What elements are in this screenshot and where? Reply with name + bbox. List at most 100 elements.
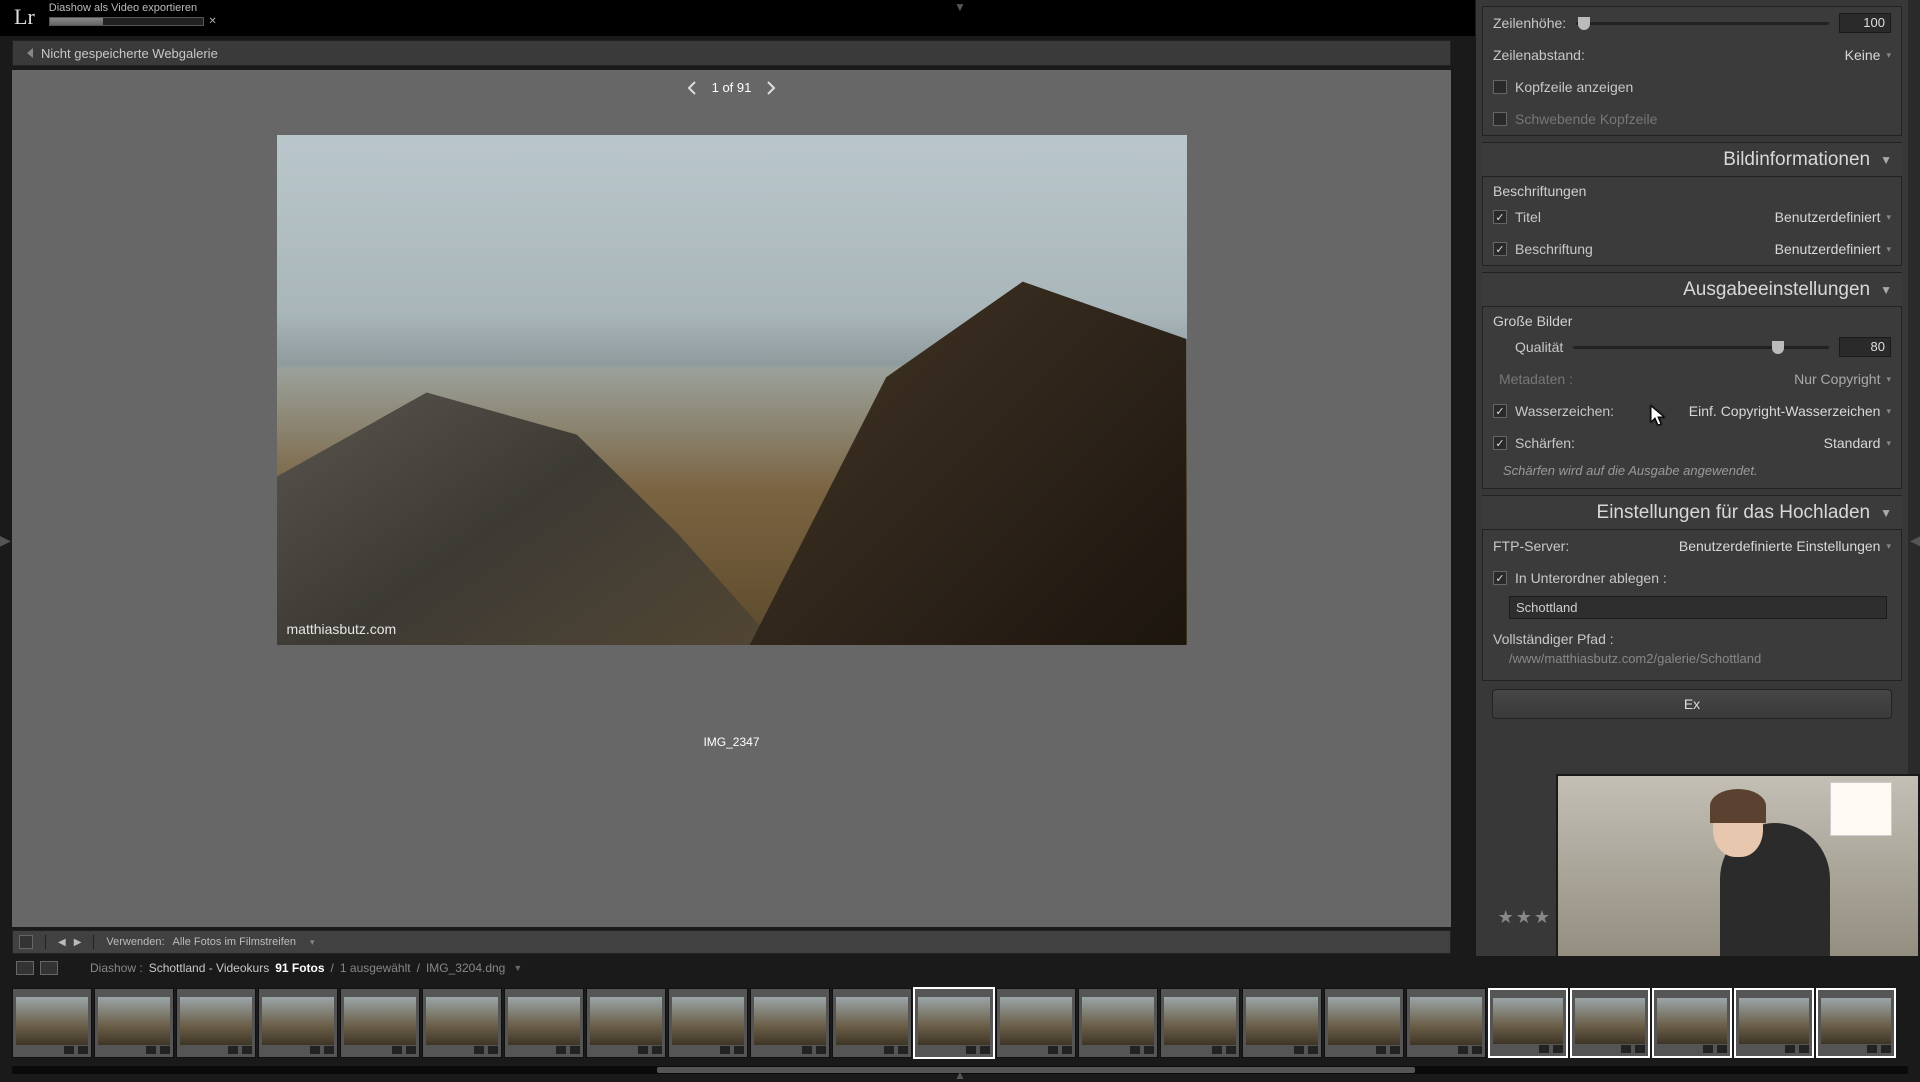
show-header-row[interactable]: Kopfzeile anzeigen: [1483, 71, 1901, 103]
sharpen-checkbox[interactable]: [1493, 436, 1507, 450]
next-page-icon[interactable]: [765, 82, 777, 94]
filmstrip-thumb[interactable]: [914, 988, 994, 1058]
sharpen-row: Schärfen: Standard▾: [1483, 427, 1901, 459]
primary-display-icon[interactable]: [40, 961, 58, 975]
watermark-dropdown[interactable]: Einf. Copyright-Wasserzeichen: [1689, 403, 1881, 419]
secondary-display-icon[interactable]: [16, 961, 34, 975]
dropdown-caret-icon: ▾: [1886, 541, 1891, 552]
watermark-checkbox[interactable]: [1493, 404, 1507, 418]
filmstrip-thumb[interactable]: [504, 988, 584, 1058]
metadata-row: Metadaten : Nur Copyright▾: [1483, 363, 1901, 395]
section-output[interactable]: Ausgabeeinstellungen▼: [1482, 272, 1902, 306]
filmstrip-thumb[interactable]: [176, 988, 256, 1058]
selected-count: 1 ausgewählt: [340, 961, 411, 975]
filmstrip-thumb[interactable]: [422, 988, 502, 1058]
sharpen-label: Schärfen:: [1515, 435, 1575, 451]
caption-dropdown[interactable]: Benutzerdefiniert: [1775, 241, 1881, 257]
ftp-dropdown[interactable]: Benutzerdefinierte Einstellungen: [1679, 538, 1881, 554]
quality-row: Qualität 80: [1483, 331, 1901, 363]
section-upload-label: Einstellungen für das Hochladen: [1597, 502, 1871, 524]
gallery-header-bar[interactable]: Nicht gespeicherte Webgalerie: [12, 40, 1451, 66]
show-header-label: Kopfzeile anzeigen: [1515, 79, 1633, 95]
metadata-dropdown[interactable]: Nur Copyright: [1794, 371, 1880, 387]
captions-subhead: Beschriftungen: [1483, 177, 1901, 201]
preview-image[interactable]: matthiasbutz.com: [277, 135, 1187, 645]
dropdown-caret-icon: ▾: [1886, 50, 1891, 61]
export-button[interactable]: Ex: [1492, 689, 1892, 719]
filmstrip-thumb[interactable]: [1816, 988, 1896, 1058]
filmstrip-thumb[interactable]: [750, 988, 830, 1058]
fullpath-value: /www/matthiasbutz.com2/galerie/Schottlan…: [1483, 647, 1901, 680]
filmstrip-thumb[interactable]: [1488, 988, 1568, 1058]
breadcrumb-caret-icon[interactable]: ▼: [513, 963, 522, 973]
show-header-checkbox[interactable]: [1493, 80, 1507, 94]
title-checkbox[interactable]: [1493, 210, 1507, 224]
caption-checkbox[interactable]: [1493, 242, 1507, 256]
title-row: Titel Benutzerdefiniert ▾: [1483, 201, 1901, 233]
filmstrip-thumb[interactable]: [586, 988, 666, 1058]
prev-icon[interactable]: ◀: [58, 937, 66, 948]
filmstrip-thumb[interactable]: [12, 988, 92, 1058]
caption-label: Beschriftung: [1515, 241, 1593, 257]
star-icon[interactable]: ★: [1498, 907, 1514, 928]
breadcrumb-collection[interactable]: Schottland - Videokurs: [149, 961, 270, 975]
filmstrip-thumb[interactable]: [996, 988, 1076, 1058]
filmstrip-thumb[interactable]: [1652, 988, 1732, 1058]
filmstrip-thumb[interactable]: [1078, 988, 1158, 1058]
filmstrip-thumb[interactable]: [1734, 988, 1814, 1058]
use-label: Verwenden:: [106, 936, 164, 948]
dropdown-caret-icon: ▾: [1886, 212, 1891, 223]
filmstrip-thumb[interactable]: [1406, 988, 1486, 1058]
prev-page-icon[interactable]: [686, 82, 698, 94]
filmstrip-thumb[interactable]: [1242, 988, 1322, 1058]
rating-stars[interactable]: ★ ★ ★: [1498, 907, 1550, 928]
dropdown-caret-icon: ▾: [1886, 374, 1891, 385]
filmstrip-thumb[interactable]: [832, 988, 912, 1058]
floating-header-row: Schwebende Kopfzeile: [1483, 103, 1901, 135]
top-panel-toggle-icon[interactable]: ▼: [954, 0, 966, 14]
filmstrip-scroll-thumb[interactable]: [657, 1067, 1415, 1073]
right-panel-toggle-icon[interactable]: ◀: [1910, 529, 1920, 551]
quality-value[interactable]: 80: [1839, 337, 1891, 357]
title-label: Titel: [1515, 209, 1541, 225]
export-progress-bar: ✕: [49, 17, 204, 26]
star-icon[interactable]: ★: [1534, 907, 1550, 928]
ftp-row: FTP-Server: Benutzerdefinierte Einstellu…: [1483, 530, 1901, 562]
next-icon[interactable]: ▶: [74, 937, 82, 948]
filmstrip-thumb[interactable]: [1160, 988, 1240, 1058]
filmstrip-thumb[interactable]: [1324, 988, 1404, 1058]
cancel-export-icon[interactable]: ✕: [208, 16, 216, 27]
filmstrip-thumb[interactable]: [340, 988, 420, 1058]
page-nav: 1 of 91: [686, 80, 778, 95]
grid-view-icon[interactable]: [19, 935, 33, 949]
subfolder-input[interactable]: [1509, 596, 1887, 619]
filmstrip-thumb[interactable]: [258, 988, 338, 1058]
watermark-row: Wasserzeichen: Einf. Copyright-Wasserzei…: [1483, 395, 1901, 427]
dropdown-caret-icon: ▾: [1886, 406, 1891, 417]
filmstrip-thumb[interactable]: [94, 988, 174, 1058]
subfolder-checkbox[interactable]: [1493, 571, 1507, 585]
row-height-label: Zeilenhöhe:: [1493, 15, 1566, 31]
row-height-slider[interactable]: [1576, 22, 1829, 25]
filmstrip[interactable]: [0, 980, 1920, 1080]
floating-header-checkbox: [1493, 112, 1507, 126]
large-images-subhead: Große Bilder: [1483, 307, 1901, 331]
filmstrip-thumb[interactable]: [1570, 988, 1650, 1058]
star-icon[interactable]: ★: [1516, 907, 1532, 928]
filmstrip-thumb[interactable]: [668, 988, 748, 1058]
use-dropdown[interactable]: Alle Fotos im Filmstreifen: [173, 936, 296, 948]
sharpen-dropdown[interactable]: Standard: [1824, 435, 1881, 451]
preview-area: 1 of 91 matthiasbutz.com IMG_2347: [12, 70, 1451, 927]
current-filename: IMG_3204.dng: [426, 961, 505, 975]
section-upload[interactable]: Einstellungen für das Hochladen ▼: [1482, 495, 1902, 529]
quality-slider[interactable]: [1573, 346, 1829, 349]
ftp-label: FTP-Server:: [1493, 538, 1569, 554]
title-dropdown[interactable]: Benutzerdefiniert: [1775, 209, 1881, 225]
row-spacing-dropdown[interactable]: Keine: [1845, 47, 1881, 63]
section-image-info[interactable]: Bildinformationen▼: [1482, 142, 1902, 176]
collapse-icon: ▼: [1880, 506, 1892, 520]
row-height-value[interactable]: 100: [1839, 13, 1891, 33]
gallery-title: Nicht gespeicherte Webgalerie: [41, 46, 218, 61]
export-task-label: Diashow als Video exportieren: [49, 2, 204, 14]
left-panel-toggle-icon[interactable]: ▶: [0, 529, 10, 551]
